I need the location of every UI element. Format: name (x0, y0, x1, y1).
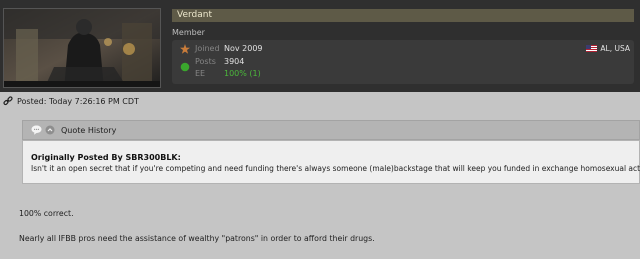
posts-label: Posts (195, 57, 216, 66)
ee-label: EE (195, 69, 206, 78)
user-info-header: Verdant Member Joined Nov 2009 Posts 390… (0, 0, 640, 92)
user-stats-panel: Joined Nov 2009 Posts 3904 EE 100% (1) A… (172, 40, 634, 84)
quote-author: Originally Posted By SBR300BLK: (31, 153, 181, 162)
us-flag-icon (586, 45, 598, 52)
joined-value: Nov 2009 (224, 44, 263, 53)
user-title: Member (172, 28, 205, 37)
post-body-line-1: 100% correct. (19, 209, 74, 218)
collapse-icon[interactable] (45, 125, 55, 135)
link-icon[interactable] (3, 96, 13, 106)
quote-box: Originally Posted By SBR300BLK: Isn't it… (22, 140, 640, 184)
quote-history-header[interactable]: Quote History (22, 120, 640, 140)
quote-text: Isn't it an open secret that if you're c… (31, 164, 640, 173)
posts-value: 3904 (224, 57, 245, 66)
post-timestamp: Posted: Today 7:26:16 PM CDT (17, 96, 139, 106)
avatar[interactable] (3, 8, 161, 88)
username[interactable]: Verdant (172, 9, 634, 22)
star-icon (180, 44, 190, 56)
location-text: AL, USA (600, 44, 630, 53)
quote-history-label: Quote History (61, 125, 117, 135)
ee-value[interactable]: 100% (1) (224, 69, 261, 78)
avatar-image (4, 9, 160, 87)
online-dot-icon (180, 62, 190, 74)
location: AL, USA (586, 44, 630, 53)
joined-label: Joined (195, 44, 220, 53)
post-meta: Posted: Today 7:26:16 PM CDT (3, 96, 139, 106)
speech-bubble-icon (31, 125, 42, 135)
post-body-line-2: Nearly all IFBB pros need the assistance… (19, 234, 375, 243)
